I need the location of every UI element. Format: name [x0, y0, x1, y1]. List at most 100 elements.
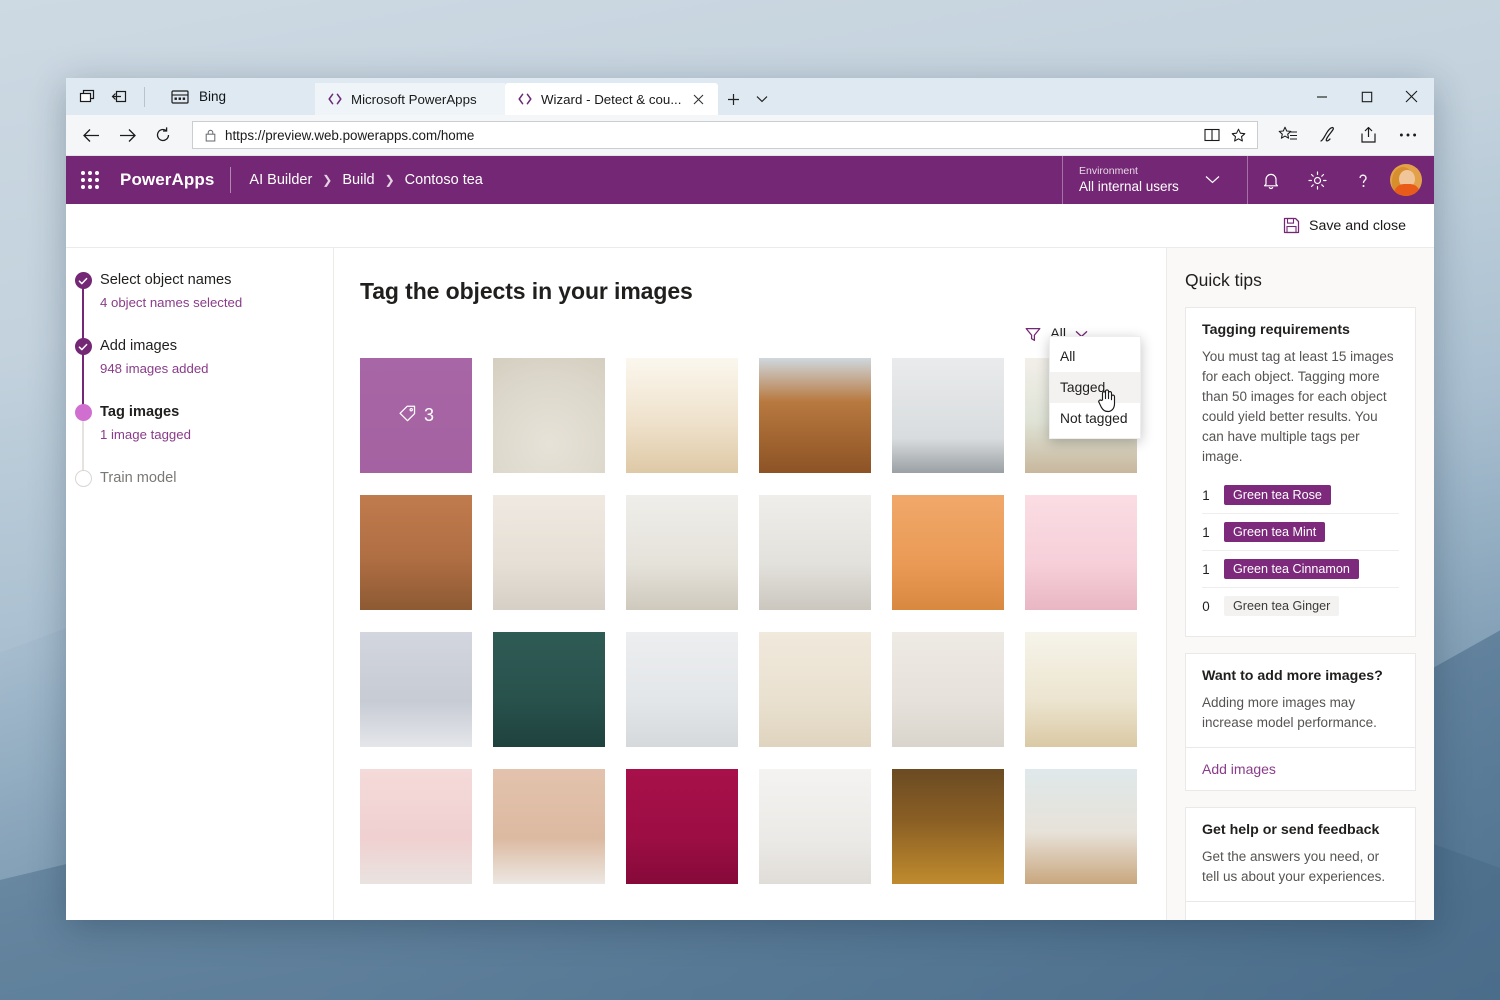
tag-count: 1: [1202, 561, 1210, 577]
gear-icon[interactable]: [1294, 156, 1340, 204]
image-tile[interactable]: [626, 769, 738, 884]
image-tile[interactable]: [1025, 495, 1137, 610]
toolbar-divider: [144, 86, 145, 107]
wizard-step-train-model[interactable]: Train model: [66, 468, 333, 512]
back-arrow-icon[interactable]: [74, 118, 108, 152]
browser-tab-strip: Bing Microsoft PowerApps Wizard - Detect…: [66, 78, 1434, 115]
wizard-step-title: Tag images: [100, 404, 180, 420]
address-bar[interactable]: https://preview.web.powerapps.com/home: [192, 121, 1258, 149]
image-tile[interactable]: [626, 495, 738, 610]
close-icon[interactable]: [690, 91, 706, 107]
tips-card-heading: Want to add more images?: [1202, 668, 1383, 684]
more-options-icon[interactable]: [1390, 118, 1426, 152]
browser-tab-1-active[interactable]: Wizard - Detect & cou...: [505, 83, 719, 115]
tips-card-tagging-requirements: Tagging requirements You must tag at lea…: [1185, 307, 1416, 637]
breadcrumb-item-build[interactable]: Build: [342, 172, 374, 188]
object-tag-row[interactable]: 0 Green tea Ginger: [1202, 587, 1399, 624]
close-window-icon[interactable]: [1389, 78, 1434, 115]
tab-preview-icon[interactable]: [76, 86, 98, 108]
tab-group-button[interactable]: Bing: [159, 78, 309, 115]
check-icon: [74, 272, 92, 289]
set-tabs-aside-icon[interactable]: [108, 86, 130, 108]
image-tile[interactable]: [759, 769, 871, 884]
filter-option-all[interactable]: All: [1050, 341, 1140, 372]
image-tile[interactable]: [626, 632, 738, 747]
image-tile[interactable]: [759, 358, 871, 473]
reading-view-icon[interactable]: [1199, 123, 1225, 147]
question-mark-icon[interactable]: [1340, 156, 1386, 204]
check-icon: [74, 338, 92, 355]
image-tile[interactable]: [493, 769, 605, 884]
wizard-step-add-images[interactable]: Add images 948 images added: [66, 336, 333, 412]
object-tag-row[interactable]: 1 Green tea Mint: [1202, 513, 1399, 550]
tag-count: 1: [1202, 487, 1210, 503]
bell-icon[interactable]: [1248, 156, 1294, 204]
image-tile[interactable]: [1025, 632, 1137, 747]
mouse-cursor-pointer: [1096, 388, 1116, 413]
image-tile-tagged[interactable]: 3: [360, 358, 472, 473]
wizard-step-tag-images[interactable]: Tag images 1 image tagged: [66, 402, 333, 478]
tag-count-overlay: 3: [360, 358, 472, 473]
wizard-step-select-object-names[interactable]: Select object names 4 object names selec…: [66, 270, 333, 346]
image-tile[interactable]: [360, 632, 472, 747]
star-icon[interactable]: [1225, 123, 1251, 147]
object-tag-row[interactable]: 1 Green tea Cinnamon: [1202, 550, 1399, 587]
status-badge: Green tea Rose: [1224, 485, 1331, 505]
image-tile[interactable]: [892, 495, 1004, 610]
share-icon[interactable]: [1350, 118, 1386, 152]
environment-picker[interactable]: Environment All internal users: [1062, 156, 1248, 204]
image-tile[interactable]: [759, 632, 871, 747]
image-tile[interactable]: [759, 495, 871, 610]
tag-icon: [398, 404, 417, 428]
image-grid-scroll[interactable]: 3: [360, 346, 1166, 920]
image-tile[interactable]: [892, 632, 1004, 747]
chevron-down-icon[interactable]: [748, 83, 776, 115]
image-tile[interactable]: [360, 769, 472, 884]
browser-address-bar-row: https://preview.web.powerapps.com/home: [66, 115, 1434, 156]
image-tile[interactable]: [360, 495, 472, 610]
browser-tab-0[interactable]: Microsoft PowerApps: [315, 83, 505, 115]
image-tile[interactable]: [1025, 769, 1137, 884]
breadcrumb: AI Builder ❯ Build ❯ Contoso tea: [231, 172, 482, 188]
tag-count: 3: [423, 405, 434, 425]
save-and-close-button[interactable]: Save and close: [1275, 211, 1414, 240]
favorites-hub-icon[interactable]: [1270, 118, 1306, 152]
get-help-card-footer[interactable]: [1186, 901, 1415, 920]
page-content: Select object names 4 object names selec…: [66, 248, 1434, 920]
tips-card-heading: Tagging requirements: [1202, 322, 1350, 338]
new-tab-icon[interactable]: [718, 83, 748, 115]
tips-card-add-more-images: Want to add more images? Adding more ima…: [1185, 653, 1416, 791]
filter-option-tagged[interactable]: Tagged: [1050, 372, 1140, 403]
image-tile[interactable]: [626, 358, 738, 473]
image-tile[interactable]: [892, 769, 1004, 884]
image-tile[interactable]: [493, 495, 605, 610]
status-badge: Green tea Mint: [1224, 522, 1326, 542]
maximize-icon[interactable]: [1344, 78, 1389, 115]
add-images-link[interactable]: Add images: [1186, 747, 1415, 790]
app-launcher-icon[interactable]: [66, 156, 114, 204]
wizard-step-subtitle: 4 object names selected: [100, 295, 243, 310]
wizard-steps-nav: Select object names 4 object names selec…: [66, 248, 334, 920]
pending-step-dot: [74, 470, 92, 487]
breadcrumb-item-ai-builder[interactable]: AI Builder: [249, 172, 312, 188]
wizard-step-subtitle: 948 images added: [100, 361, 209, 376]
status-badge: Green tea Ginger: [1224, 596, 1340, 616]
web-notes-icon[interactable]: [1310, 118, 1346, 152]
refresh-icon[interactable]: [146, 118, 180, 152]
tips-card-body: You must tag at least 15 images for each…: [1202, 349, 1394, 464]
minimize-icon[interactable]: [1299, 78, 1344, 115]
forward-arrow-icon[interactable]: [110, 118, 144, 152]
image-tile[interactable]: [493, 632, 605, 747]
breadcrumb-item-contoso-tea[interactable]: Contoso tea: [405, 172, 483, 188]
filter-dropdown-menu: All Tagged Not tagged: [1049, 336, 1141, 439]
image-tile[interactable]: [493, 358, 605, 473]
filter-option-not-tagged[interactable]: Not tagged: [1050, 403, 1140, 434]
wizard-step-title: Add images: [100, 338, 178, 354]
brand-name[interactable]: PowerApps: [114, 170, 230, 190]
filter-row: All All Tagged Not tagged: [360, 305, 1166, 439]
image-tile[interactable]: [892, 358, 1004, 473]
avatar[interactable]: [1390, 164, 1422, 196]
object-tag-row[interactable]: 1 Green tea Rose: [1202, 477, 1399, 513]
powerapps-favicon: [327, 92, 342, 107]
tag-count: 1: [1202, 524, 1210, 540]
